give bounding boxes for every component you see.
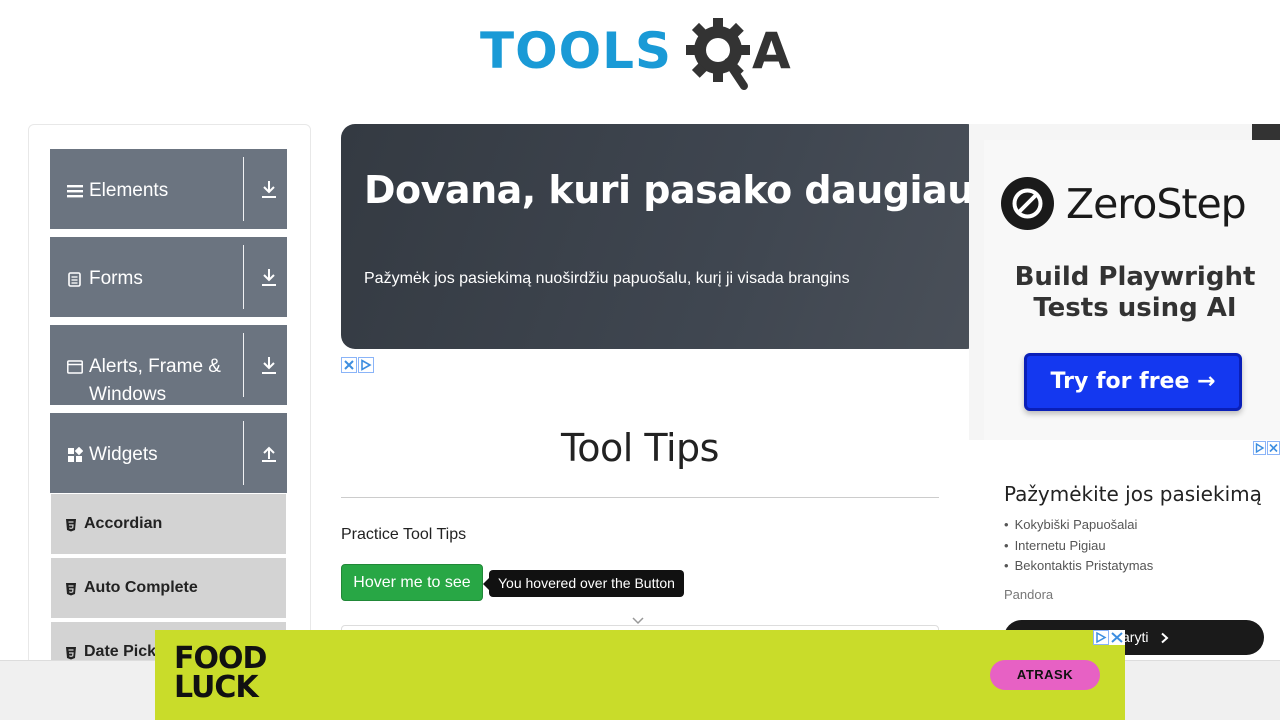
zerostep-subtitle: Build Playwright Tests using AI: [1014, 262, 1256, 323]
sidebar-group-label: Widgets: [89, 444, 158, 465]
divider: [243, 421, 244, 485]
gear-icon: [686, 18, 750, 90]
zerostep-logo-icon: [1001, 177, 1054, 230]
sidebar-group-widgets[interactable]: Widgets: [50, 413, 287, 493]
tooltip: You hovered over the Button: [483, 570, 684, 597]
adchoices-icon[interactable]: [341, 357, 374, 373]
chevron-down-icon: [632, 617, 644, 625]
window-icon: [67, 360, 83, 374]
html5-icon: [66, 519, 76, 532]
sidebar-group-label: Forms: [89, 268, 143, 289]
sidebar-group-forms[interactable]: Forms: [50, 237, 287, 317]
try-for-free-button[interactable]: Try for free →: [1024, 353, 1242, 411]
download-arrow-icon[interactable]: [260, 267, 278, 287]
practice-label: Practice Tool Tips: [341, 526, 467, 543]
divider: [243, 333, 244, 397]
adchoices-icon[interactable]: [1093, 630, 1125, 645]
divider: [341, 497, 939, 498]
food-luck-logo: FOOD LUCK: [174, 641, 267, 705]
sidebar-group-elements[interactable]: Elements: [50, 149, 287, 229]
ad-corner: [1252, 124, 1280, 140]
sidebar-item-label: Auto Complete: [84, 579, 198, 596]
pandora-cta-label: aryti: [1122, 629, 1149, 645]
sidebar-group-label: Elements: [89, 180, 169, 201]
grid-icon: [68, 447, 83, 462]
sidebar-item-label: Date Pick: [84, 643, 157, 660]
banner-title: Dovana, kuri pasako daugiau: [364, 168, 974, 212]
list-item: Kokybiški Papuošalai: [1004, 515, 1153, 536]
html5-icon: [66, 583, 76, 596]
logo-tools-text: TOOLS: [480, 22, 672, 80]
download-arrow-icon[interactable]: [260, 355, 278, 375]
logo-line: FOOD: [174, 641, 267, 676]
divider: [243, 245, 244, 309]
pandora-brand: Pandora: [1004, 587, 1054, 602]
food-luck-ad[interactable]: [155, 630, 1125, 720]
sidebar-group-label: Alerts, Frame & Windows: [89, 356, 221, 405]
sidebar-item-auto-complete[interactable]: Auto Complete: [51, 558, 286, 620]
page-title: Tool Tips: [561, 426, 719, 470]
slash-circle-icon: [1012, 188, 1043, 219]
adchoices-icon[interactable]: [1253, 441, 1280, 455]
hamburger-icon: [67, 185, 83, 198]
zerostep-name: ZeroStep: [1066, 180, 1247, 228]
document-icon: [68, 272, 81, 287]
download-arrow-icon[interactable]: [260, 179, 278, 199]
hover-me-button[interactable]: Hover me to see: [341, 564, 483, 601]
logo-line: LUCK: [174, 670, 259, 705]
list-item: Internetu Pigiau: [1004, 536, 1153, 557]
list-item: Bekontaktis Pristatymas: [1004, 556, 1154, 577]
banner-text: Pažymėk jos pasiekimą nuoširdžiu papuoša…: [364, 270, 850, 287]
divider: [243, 157, 244, 221]
banner-ad[interactable]: Dovana, kuri pasako daugiau Pažymėk jos …: [341, 124, 981, 349]
upload-arrow-icon[interactable]: [260, 443, 278, 463]
atrask-button[interactable]: ATRASK: [990, 660, 1100, 690]
html5-icon: [66, 647, 76, 660]
chevron-right-icon: [1161, 633, 1169, 644]
logo-a-text: A: [752, 22, 791, 80]
sidebar-group-alerts[interactable]: Alerts, Frame & Windows: [50, 325, 287, 405]
sidebar-item-label: Accordian: [84, 515, 163, 532]
pandora-ad-list: Kokybiški Papuošalai Internetu Pigiau Be…: [1004, 515, 1154, 577]
sidebar-item-accordian[interactable]: Accordian: [51, 494, 286, 556]
toolsqa-logo[interactable]: TOOLS A: [480, 14, 810, 94]
pandora-ad-title: Pažymėkite jos pasiekimą: [1004, 482, 1262, 506]
